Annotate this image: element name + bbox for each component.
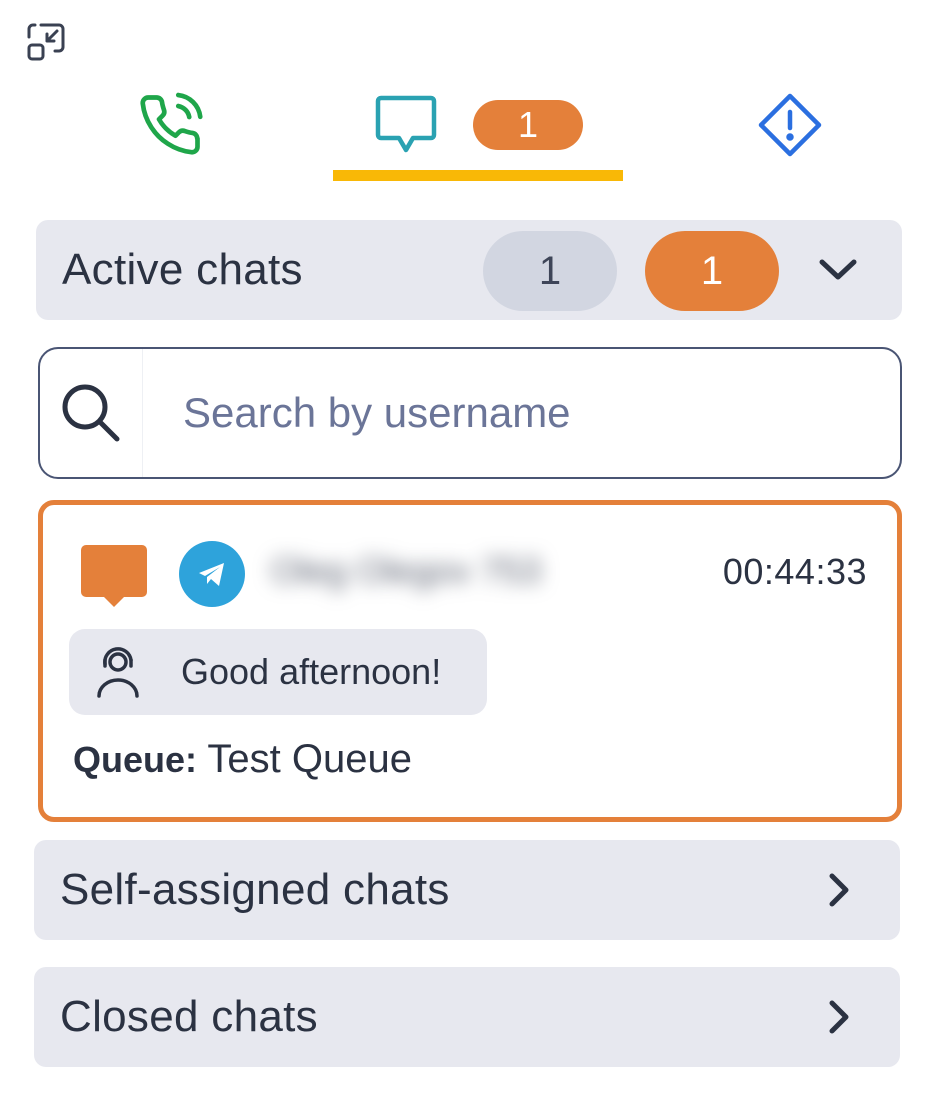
chat-bubble-icon <box>375 95 437 153</box>
queue-info: Queue: Test Queue <box>73 737 412 782</box>
closed-chats-title: Closed chats <box>60 992 318 1041</box>
self-assigned-chats-title: Self-assigned chats <box>60 865 450 914</box>
phone-icon <box>140 92 203 155</box>
chevron-down-icon[interactable] <box>816 250 860 290</box>
active-chats-total-badge: 1 <box>483 231 617 311</box>
closed-chats-header[interactable]: Closed chats <box>34 967 900 1067</box>
chat-username: Oleg Olegov 753 <box>271 550 542 591</box>
chat-status-icon <box>81 545 147 607</box>
active-chats-header[interactable]: Active chats 1 1 <box>36 220 902 320</box>
chat-tab-badge: 1 <box>473 100 583 150</box>
last-message-bubble: Good afternoon! <box>69 629 487 715</box>
chat-card[interactable]: Oleg Olegov 753 00:44:33 Good afternoon!… <box>38 500 902 822</box>
self-assigned-chats-header[interactable]: Self-assigned chats <box>34 840 900 940</box>
chat-timer: 00:44:33 <box>722 551 867 592</box>
queue-label: Queue: <box>73 739 198 780</box>
telegram-icon <box>179 541 245 607</box>
search-input[interactable] <box>181 388 865 438</box>
search-box <box>38 347 902 479</box>
queue-name: Test Queue <box>207 737 412 781</box>
chevron-right-icon[interactable] <box>824 870 854 910</box>
minimize-icon[interactable] <box>24 20 68 64</box>
tab-chats[interactable]: 1 <box>333 80 623 170</box>
agent-headset-icon <box>97 647 139 698</box>
tab-alerts[interactable] <box>740 80 840 170</box>
last-message-text: Good afternoon! <box>181 651 442 692</box>
search-icon[interactable] <box>40 349 143 477</box>
active-chats-unread-badge: 1 <box>645 231 779 311</box>
active-tab-indicator <box>333 170 623 181</box>
tab-calls[interactable] <box>120 80 220 170</box>
chevron-right-icon[interactable] <box>824 997 854 1037</box>
active-chats-title: Active chats <box>62 245 303 294</box>
warning-diamond-icon <box>758 93 822 157</box>
